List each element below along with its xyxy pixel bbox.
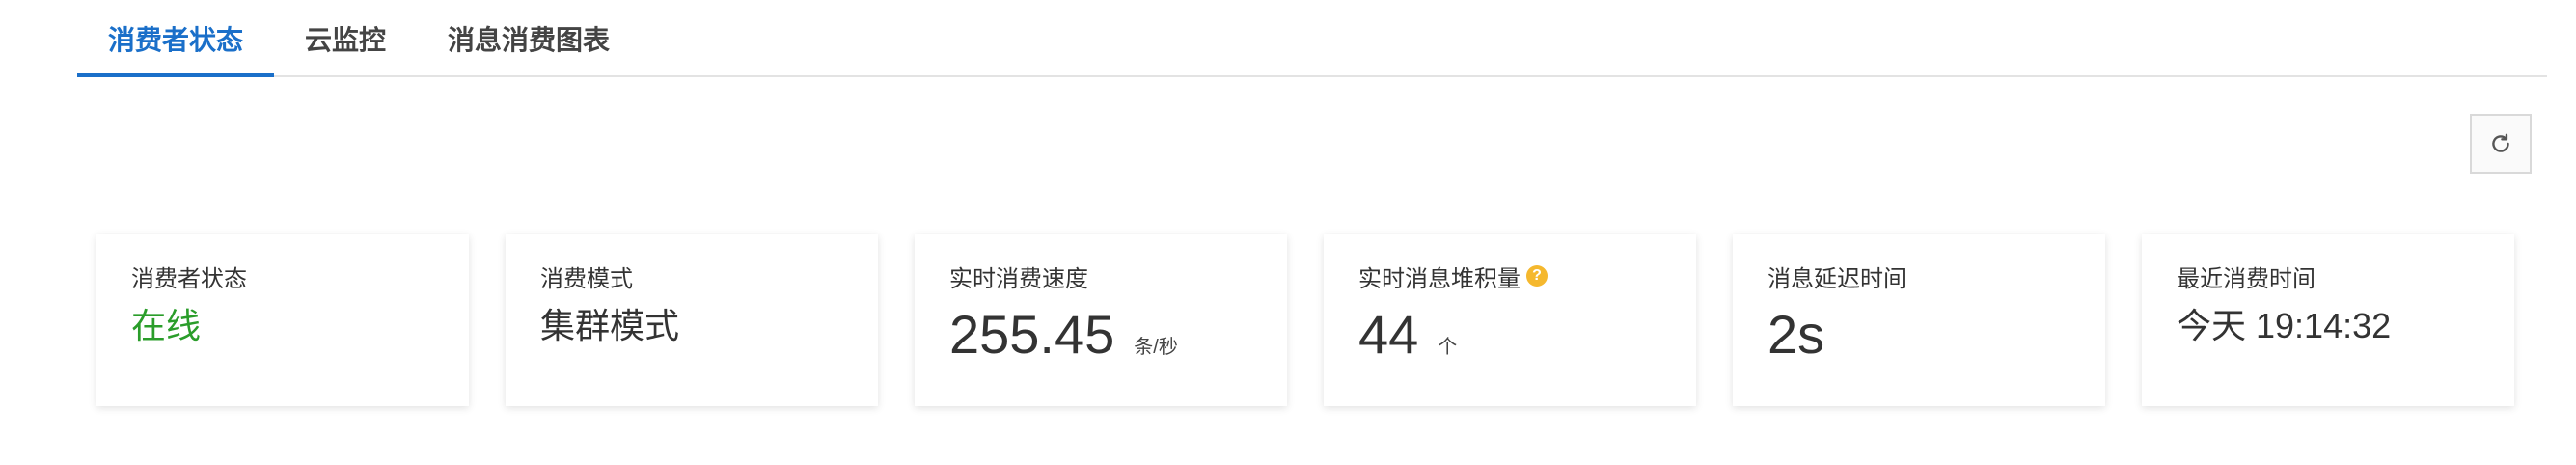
tab-consumer-status[interactable]: 消费者状态	[77, 2, 275, 77]
card-title-text: 实时消息堆积量	[1358, 265, 1521, 292]
backlog-unit: 个	[1438, 337, 1458, 358]
card-title: 消费者状态	[131, 265, 247, 292]
metric-cards: 消费者状态 在线 消费模式 集群模式 实时消费速度 255.45 条/秒 实时消…	[96, 234, 2514, 406]
consumer-status-panel: 消费者状态 云监控 消息消费图表 消费者状态 在线 消费模式 集群模式 实时消费…	[0, 0, 2576, 465]
refresh-button[interactable]	[2470, 114, 2532, 174]
value-row: 2s	[1768, 308, 2105, 362]
card-title: 最近消费时间	[2177, 265, 2316, 292]
last-consumption-value: 今天 19:14:32	[2177, 306, 2392, 345]
delay-value: 2s	[1768, 304, 1825, 365]
value-row: 44 个	[1358, 308, 1696, 362]
consumer-status-card: 消费者状态 在线	[96, 234, 469, 406]
message-backlog-card: 实时消息堆积量 ? 44 个	[1324, 234, 1696, 406]
card-title: 实时消息堆积量 ?	[1358, 261, 1696, 292]
question-circle-icon[interactable]: ?	[1526, 265, 1548, 287]
tab-bar: 消费者状态 云监控 消息消费图表	[77, 0, 2547, 77]
consumption-mode-card: 消费模式 集群模式	[506, 234, 878, 406]
tab-message-consumption-chart[interactable]: 消息消费图表	[417, 2, 641, 75]
speed-value: 255.45	[949, 304, 1115, 365]
refresh-icon	[2492, 133, 2509, 152]
last-consumption-card: 最近消费时间 今天 19:14:32	[2142, 234, 2514, 406]
card-title: 消息延迟时间	[1768, 265, 1906, 292]
realtime-speed-card: 实时消费速度 255.45 条/秒	[915, 234, 1287, 406]
tab-cloud-monitor[interactable]: 云监控	[274, 2, 417, 75]
card-title: 消费模式	[540, 265, 633, 292]
consumption-mode-value: 集群模式	[540, 306, 680, 345]
card-title: 实时消费速度	[949, 265, 1088, 292]
message-delay-card: 消息延迟时间 2s	[1733, 234, 2105, 406]
consumer-status-value: 在线	[131, 306, 202, 345]
value-row: 255.45 条/秒	[949, 308, 1287, 362]
backlog-value: 44	[1358, 304, 1419, 365]
speed-unit: 条/秒	[1134, 337, 1178, 358]
